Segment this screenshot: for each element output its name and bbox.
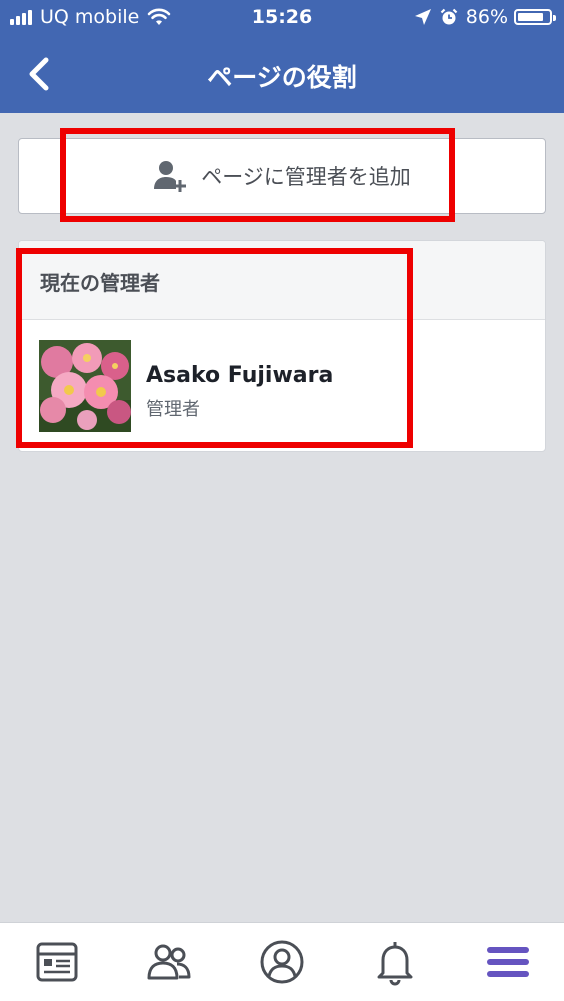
admin-name: Asako Fujiwara (146, 363, 334, 388)
bottom-tab-bar (0, 922, 564, 1001)
current-admins-card: 現在の管理者 Asako Fujiwara 管理者 (18, 240, 546, 452)
pink-flowers-photo (39, 340, 131, 432)
current-admins-heading: 現在の管理者 (40, 271, 160, 295)
notifications-bell-icon (377, 942, 413, 986)
tab-menu[interactable] (483, 937, 533, 987)
tab-profile[interactable] (257, 937, 307, 987)
friends-icon (147, 944, 191, 980)
current-admins-header: 現在の管理者 (19, 241, 545, 320)
news-feed-icon (36, 942, 78, 982)
battery-icon (514, 9, 556, 25)
battery-percent: 86% (465, 6, 508, 28)
add-admin-label: ページに管理者を追加 (201, 165, 411, 189)
profile-icon (260, 940, 304, 984)
tab-friends[interactable] (144, 937, 194, 987)
status-bar: UQ mobile 15:26 86% (0, 0, 564, 36)
add-admin-button[interactable]: ページに管理者を追加 (18, 138, 546, 214)
tab-notifications[interactable] (370, 937, 420, 987)
avatar (39, 340, 131, 432)
menu-icon (487, 947, 529, 977)
top-bar: UQ mobile 15:26 86% ページの役割 (0, 0, 564, 113)
navigation-bar: ページの役割 (0, 40, 564, 108)
battery-fill (518, 13, 544, 21)
tab-news-feed[interactable] (32, 937, 82, 987)
add-person-icon (154, 161, 187, 192)
alarm-clock-icon (440, 8, 458, 25)
location-arrow-icon (414, 9, 431, 25)
page-title: ページの役割 (207, 63, 357, 92)
admin-role: 管理者 (146, 399, 200, 420)
admin-list-item[interactable]: Asako Fujiwara 管理者 (19, 319, 545, 451)
